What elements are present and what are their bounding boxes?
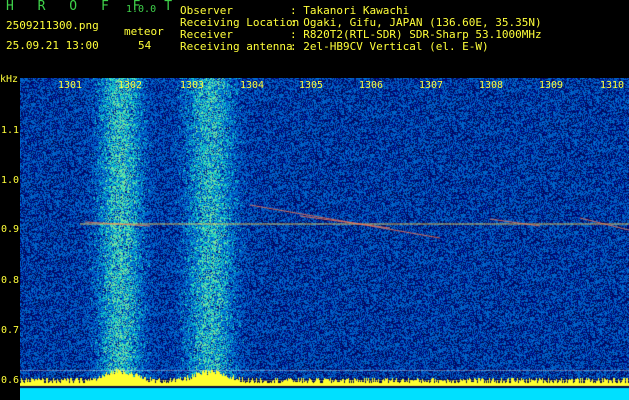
x-tick-label: 1301: [58, 80, 83, 91]
y-tick-label: 0.6: [1, 375, 20, 386]
x-tick-label: 1305: [299, 80, 324, 91]
y-tick-label: 1.0: [1, 175, 20, 186]
x-tick-label: 1307: [419, 80, 444, 91]
hrofft-window: H R O F F T 1.0.0 2509211300.png meteor …: [0, 0, 629, 400]
x-tick-label: 1306: [359, 80, 384, 91]
header-panel: H R O F F T 1.0.0 2509211300.png meteor …: [0, 0, 629, 78]
x-tick-label: 1304: [240, 80, 265, 91]
x-tick-label: 1310: [600, 80, 625, 91]
x-tick-label: 1302: [118, 80, 143, 91]
x-tick-label: 1308: [479, 80, 504, 91]
app-version: 1.0.0: [126, 4, 157, 15]
unit-label: kHz: [0, 74, 19, 85]
y-tick-label: 0.9: [1, 224, 20, 235]
meteor-label: meteor: [124, 25, 164, 38]
capture-datetime: 25.09.21 13:00: [6, 39, 99, 52]
meteor-count: 54: [138, 39, 152, 52]
antenna-label: Receiving antenna: [180, 40, 293, 53]
y-tick-label: 1.1: [1, 125, 20, 136]
file-name: 2509211300.png: [6, 19, 99, 32]
spectrogram-canvas[interactable]: [20, 78, 629, 400]
x-tick-label: 1303: [180, 80, 205, 91]
x-tick-label: 1309: [539, 80, 564, 91]
antenna-value: : 2el-HB9CV Vertical (el. E-W): [290, 40, 489, 53]
y-tick-label: 0.7: [1, 325, 20, 336]
y-tick-label: 0.8: [1, 275, 20, 286]
